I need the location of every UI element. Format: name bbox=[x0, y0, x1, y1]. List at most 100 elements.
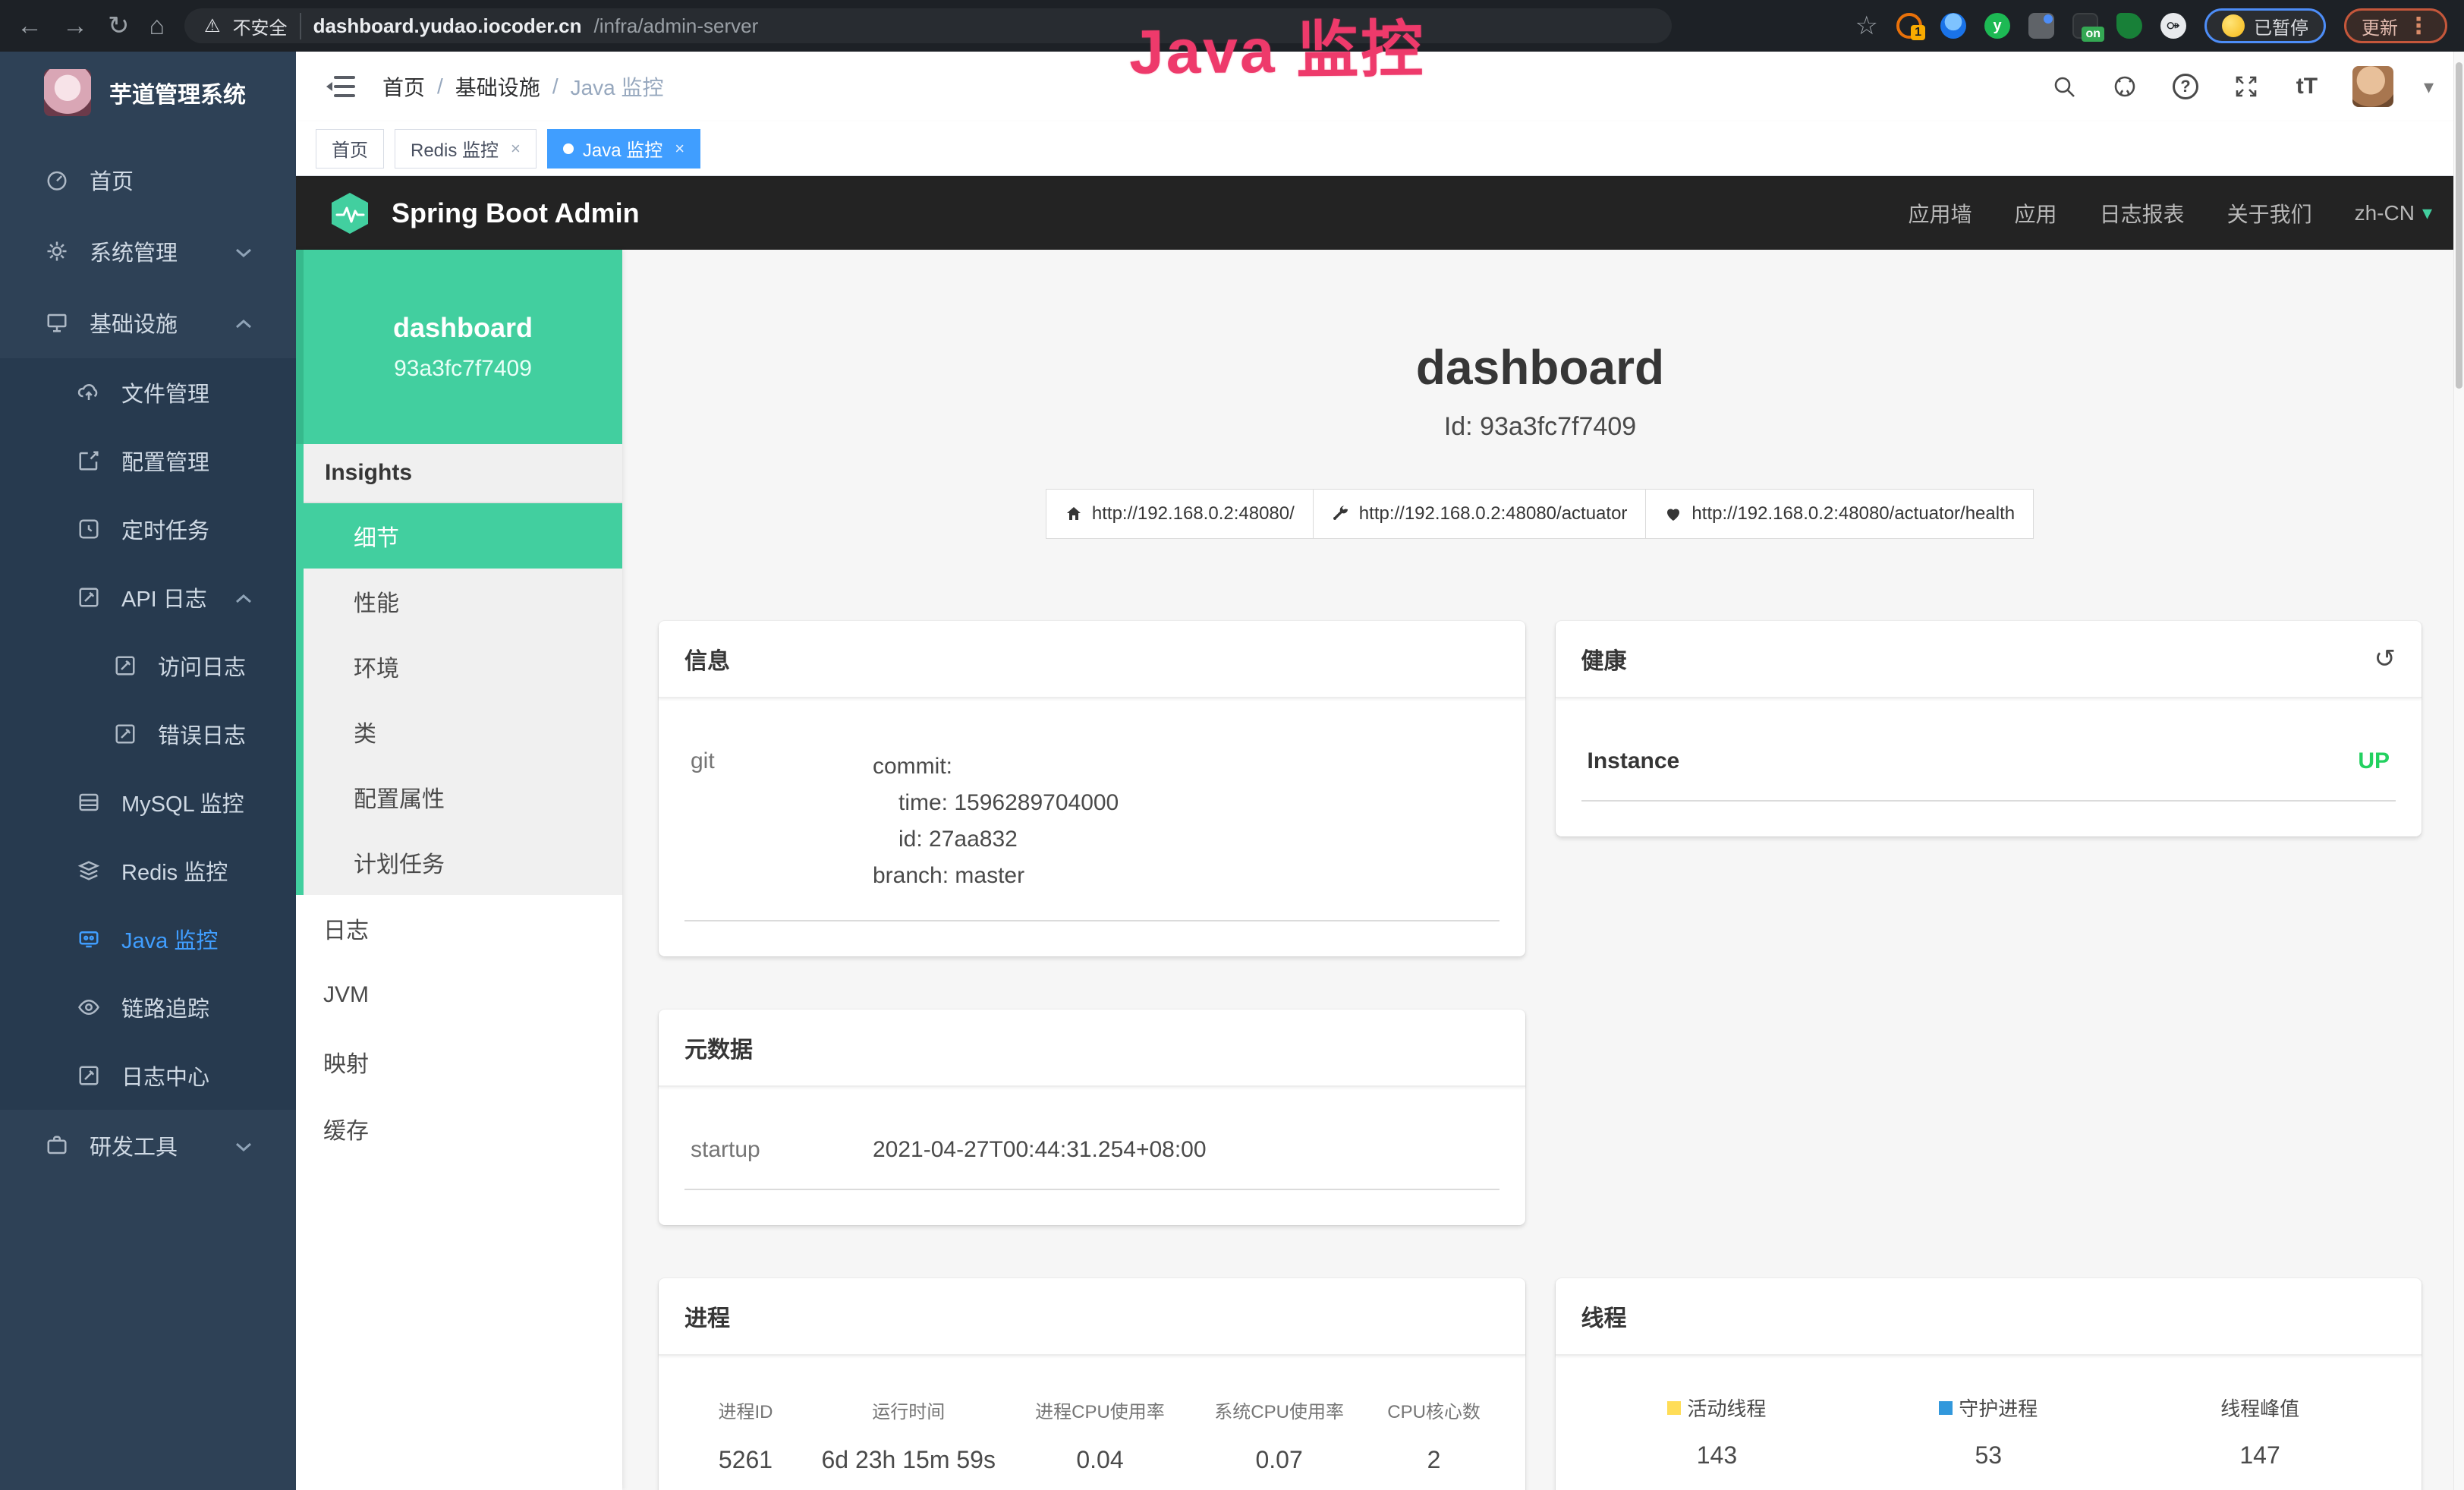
sidebar-item-access-log[interactable]: 访问日志 bbox=[0, 632, 296, 700]
locale-caret-icon: ▾ bbox=[2422, 201, 2432, 225]
breadcrumb-infra[interactable]: 基础设施 bbox=[455, 71, 540, 102]
insights-item-beans[interactable]: 类 bbox=[304, 699, 622, 764]
locale-label: zh-CN bbox=[2355, 201, 2415, 225]
sidebar-item-dev-tools[interactable]: 研发工具 bbox=[0, 1110, 296, 1181]
search-icon[interactable] bbox=[2049, 71, 2079, 102]
health-url-chip[interactable]: http://192.168.0.2:48080/actuator/health bbox=[1645, 489, 2034, 539]
address-bar[interactable]: ⚠ 不安全 dashboard.yudao.iocoder.cn /infra/… bbox=[184, 8, 1672, 43]
sba-nav-wallboard[interactable]: 应用墙 bbox=[1909, 198, 1972, 228]
scrollbar-thumb[interactable] bbox=[2456, 62, 2462, 389]
fullscreen-icon[interactable] bbox=[2231, 71, 2261, 102]
view-tab-redis[interactable]: Redis 监控 × bbox=[395, 129, 537, 169]
extension-pin-icon[interactable] bbox=[1940, 13, 1966, 39]
browser-extensions: ☆ 1 y on ⚩ 已暂停 更新 ⋮ bbox=[1855, 8, 2447, 43]
sidebar-item-log-center[interactable]: 日志中心 bbox=[0, 1041, 296, 1110]
page-scrollbar[interactable] bbox=[2453, 52, 2464, 1490]
extension-onetab-icon[interactable]: on bbox=[2072, 13, 2098, 39]
extension-leaf-icon[interactable] bbox=[2116, 13, 2142, 39]
chrome-update-button[interactable]: 更新 ⋮ bbox=[2344, 8, 2447, 43]
sidebar-item-label: MySQL 监控 bbox=[121, 786, 244, 818]
view-tab-home[interactable]: 首页 bbox=[316, 129, 384, 169]
update-label: 更新 bbox=[2362, 13, 2398, 39]
tab-close-icon[interactable]: × bbox=[511, 139, 521, 159]
sidebar-item-jvm[interactable]: JVM bbox=[296, 962, 622, 1029]
onetab-on-badge: on bbox=[2082, 27, 2104, 42]
sidebar-item-redis[interactable]: Redis 监控 bbox=[0, 836, 296, 905]
extension-refresh-icon[interactable]: 1 bbox=[1896, 13, 1922, 39]
sba-nav-about[interactable]: 关于我们 bbox=[2227, 198, 2312, 228]
process-col-header: 运行时间 bbox=[807, 1397, 1010, 1423]
extension-y-icon[interactable]: y bbox=[1984, 13, 2010, 39]
not-secure-label[interactable]: 不安全 bbox=[233, 13, 301, 39]
sidebar-item-mysql[interactable]: MySQL 监控 bbox=[0, 768, 296, 836]
user-menu-caret-icon[interactable]: ▾ bbox=[2424, 75, 2434, 99]
sidebar-item-api-log[interactable]: API 日志 bbox=[0, 563, 296, 632]
app-logo-row[interactable]: 芋道管理系统 bbox=[0, 52, 296, 134]
insights-item-configprops[interactable]: 配置属性 bbox=[304, 764, 622, 830]
sidebar-item-job[interactable]: 定时任务 bbox=[0, 495, 296, 563]
monitor-icon bbox=[46, 311, 68, 334]
sidebar-item-file[interactable]: 文件管理 bbox=[0, 358, 296, 427]
insights-item-details[interactable]: 细节 bbox=[304, 503, 622, 569]
card-title: 进程 bbox=[684, 1299, 730, 1333]
font-size-icon[interactable]: tT bbox=[2292, 71, 2322, 102]
sba-brand-title[interactable]: Spring Boot Admin bbox=[392, 197, 640, 229]
profile-paused-pill[interactable]: 已暂停 bbox=[2204, 8, 2326, 43]
sidebar-item-mappings[interactable]: 映射 bbox=[296, 1029, 622, 1095]
browser-home-button[interactable]: ⌂ bbox=[149, 13, 165, 39]
docs-help-icon[interactable]: ? bbox=[2170, 71, 2201, 102]
health-row-instance[interactable]: Instance UP bbox=[1581, 729, 2396, 802]
github-icon[interactable] bbox=[2110, 71, 2140, 102]
bookmark-star-icon[interactable]: ☆ bbox=[1855, 13, 1878, 39]
git-id-line: id: 27aa832 bbox=[873, 821, 1493, 858]
sidebar-item-label: 配置管理 bbox=[121, 445, 209, 477]
chevron-up-icon bbox=[235, 310, 252, 335]
service-url-chip[interactable]: http://192.168.0.2:48080/ bbox=[1046, 489, 1314, 539]
health-history-icon[interactable]: ↺ bbox=[2374, 646, 2396, 672]
extensions-puzzle-icon[interactable]: ⚩ bbox=[2160, 13, 2186, 39]
sba-nav-applications[interactable]: 应用 bbox=[2015, 198, 2057, 228]
browser-forward-button[interactable]: → bbox=[62, 13, 88, 39]
insights-section-label: Insights bbox=[304, 444, 622, 503]
user-avatar[interactable] bbox=[2352, 66, 2393, 107]
url-path: /infra/admin-server bbox=[594, 14, 759, 38]
locale-selector[interactable]: zh-CN ▾ bbox=[2355, 201, 2432, 225]
insights-item-env[interactable]: 环境 bbox=[304, 634, 622, 699]
sidebar-item-trace[interactable]: 链路追踪 bbox=[0, 973, 296, 1041]
process-card: 进程 进程ID 5261 运行时间 6d 23h 15m 59s bbox=[659, 1278, 1525, 1490]
browser-back-button[interactable]: ← bbox=[17, 13, 42, 39]
spring-boot-admin-logo-icon bbox=[328, 191, 372, 235]
infra-submenu: 文件管理 配置管理 定时任务 API 日志 访问日志 错误日志 bbox=[0, 358, 296, 1110]
sidebar-collapse-icon[interactable] bbox=[326, 74, 357, 99]
clock-icon bbox=[77, 518, 100, 540]
sba-nav-journal[interactable]: 日志报表 bbox=[2100, 198, 2185, 228]
browser-reload-button[interactable]: ↻ bbox=[108, 13, 130, 39]
instance-id-label: Id: 93a3fc7f7409 bbox=[659, 412, 2422, 442]
database-icon bbox=[77, 791, 100, 814]
insights-item-metrics[interactable]: 性能 bbox=[304, 569, 622, 634]
process-col-header: CPU核心数 bbox=[1369, 1397, 1499, 1423]
tab-close-icon[interactable]: × bbox=[675, 139, 684, 159]
sidebar-item-error-log[interactable]: 错误日志 bbox=[0, 700, 296, 768]
row-label: startup bbox=[691, 1137, 873, 1163]
sidebar-item-java-monitor[interactable]: Java 监控 bbox=[0, 905, 296, 973]
browser-menu-icon[interactable]: ⋮ bbox=[2407, 13, 2430, 39]
sidebar-item-config[interactable]: 配置管理 bbox=[0, 427, 296, 495]
sidebar-item-label: Redis 监控 bbox=[121, 855, 228, 887]
sidebar-item-home[interactable]: 首页 bbox=[0, 144, 296, 216]
breadcrumb-home[interactable]: 首页 bbox=[382, 71, 425, 102]
metadata-row-startup: startup 2021-04-27T00:44:31.254+08:00 bbox=[684, 1117, 1499, 1190]
sidebar-item-loggers[interactable]: 日志 bbox=[296, 895, 622, 962]
sidebar-item-system[interactable]: 系统管理 bbox=[0, 216, 296, 287]
sidebar-item-infra[interactable]: 基础设施 bbox=[0, 287, 296, 358]
view-tab-java[interactable]: Java 监控 × bbox=[547, 129, 700, 169]
extension-grid-icon[interactable] bbox=[2028, 13, 2054, 39]
instance-header[interactable]: dashboard 93a3fc7f7409 bbox=[296, 250, 622, 444]
sidebar-item-label: 研发工具 bbox=[90, 1129, 178, 1161]
insights-item-scheduled[interactable]: 计划任务 bbox=[304, 830, 622, 895]
instance-title: dashboard bbox=[659, 339, 2422, 395]
extension-badge: 1 bbox=[1911, 25, 1925, 40]
breadcrumb-separator: / bbox=[552, 74, 559, 99]
actuator-url-chip[interactable]: http://192.168.0.2:48080/actuator bbox=[1313, 489, 1647, 539]
sidebar-item-caches[interactable]: 缓存 bbox=[296, 1095, 622, 1162]
